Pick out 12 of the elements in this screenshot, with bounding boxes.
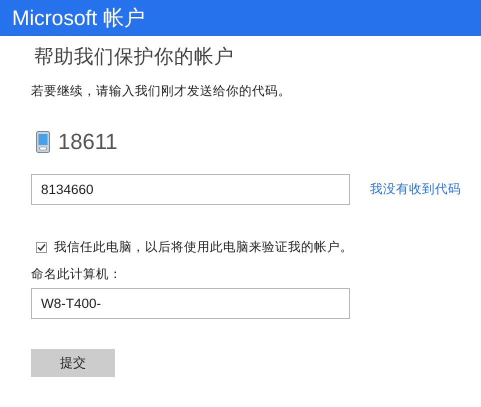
phone-icon <box>36 131 50 153</box>
checkbox-label: 我信任此电脑，以后将使用此电脑来验证我的帐户。 <box>54 238 353 256</box>
submit-button[interactable]: 提交 <box>31 349 115 377</box>
phone-number: 18611 <box>58 129 118 155</box>
no-code-link[interactable]: 我没有收到代码 <box>370 181 461 198</box>
code-input-field[interactable]: 8134660 <box>31 174 350 205</box>
computer-name-field[interactable]: W8-T400- <box>31 288 350 319</box>
field-label: 命名此计算机： <box>31 265 123 283</box>
page-heading: 帮助我们保护你的帐户 <box>34 44 235 70</box>
app-title: Microsoft 帐户 <box>12 7 146 30</box>
instruction-text: 若要继续，请输入我们刚才发送给你的代码。 <box>31 82 292 100</box>
trust-checkbox[interactable] <box>36 242 47 252</box>
